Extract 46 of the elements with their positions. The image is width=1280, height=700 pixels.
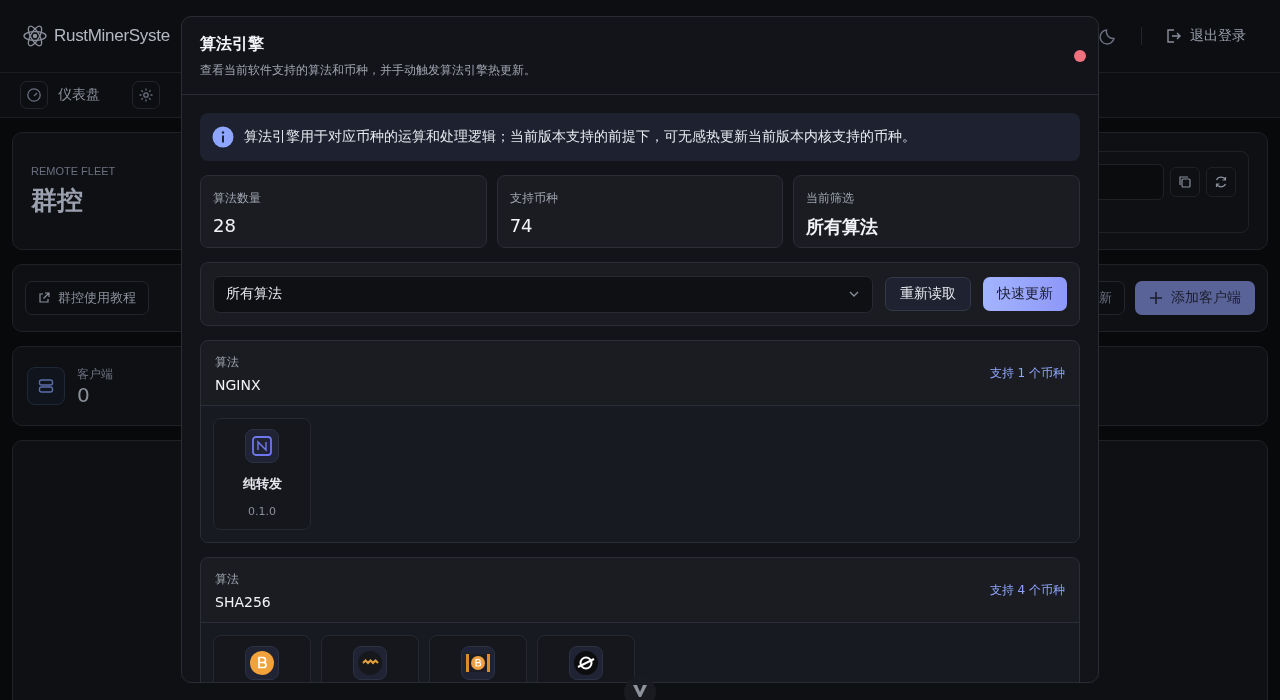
tutorial-button[interactable]: 群控使用教程 (25, 281, 149, 315)
external-link-icon (38, 292, 50, 304)
refresh-icon[interactable] (1206, 167, 1236, 197)
relay-icon (245, 429, 279, 463)
coin-icon (353, 646, 387, 680)
stat-value: 74 (509, 215, 534, 236)
logout-icon (1164, 27, 1182, 45)
coin-count: 支持 4 个币种 (989, 581, 1065, 599)
settings-icon[interactable] (132, 81, 160, 109)
update-button[interactable]: 快速更新 (983, 277, 1067, 311)
dialog-title: 算法引擎 (200, 33, 265, 55)
algorithm-caption: 算法 (215, 570, 240, 588)
stat-label: 当前筛选 (806, 190, 856, 207)
chevron-down-icon (632, 684, 648, 698)
logout-button[interactable]: 退出登录 (1164, 27, 1246, 45)
stat-label: 客户端 (77, 365, 113, 383)
algorithm-name: SHA256 (215, 593, 271, 610)
coin-version: 0.1.0 (248, 505, 276, 518)
coin-icon (461, 646, 495, 680)
coin-tile[interactable]: 纯转发 0.1.0 (213, 418, 311, 530)
gauge-icon[interactable] (20, 81, 48, 109)
stat-value: 28 (213, 215, 237, 236)
atom-icon (22, 23, 48, 49)
info-text: 算法引擎用于对应币种的运算和处理逻辑；当前版本支持的前提下，可无感热更新当前版本内核支持的币种。 (244, 128, 916, 146)
page-title: 群控 (31, 184, 84, 217)
dialog-subtitle: 查看当前软件支持的算法和币种，并手动触发算法引擎热更新。 (200, 62, 536, 78)
copy-icon[interactable] (1170, 167, 1200, 197)
coin-icon (569, 646, 603, 680)
server-icon (27, 367, 65, 405)
brand-name: RustMinerSyste (54, 26, 170, 46)
reload-button[interactable]: 重新读取 (885, 277, 971, 311)
plus-icon (1149, 291, 1163, 305)
stat-label: 算法数量 (213, 190, 262, 207)
nav-link[interactable]: 仪表盘 (58, 86, 100, 104)
stat-value: 0 (77, 382, 91, 407)
info-icon (212, 126, 234, 148)
algorithm-select[interactable]: 所有算法 (213, 275, 873, 313)
coin-count: 支持 1 个币种 (989, 364, 1065, 382)
stat-value: 所有算法 (806, 215, 880, 239)
coin-name: 纯转发 (242, 475, 282, 493)
algorithm-name: NGINX (215, 376, 261, 393)
stat-label: 支持币种 (509, 190, 559, 207)
close-dot[interactable] (1074, 49, 1086, 62)
eyebrow-text: REMOTE FLEET (31, 165, 116, 177)
algorithm-caption: 算法 (215, 353, 240, 371)
coin-icon (245, 646, 279, 680)
